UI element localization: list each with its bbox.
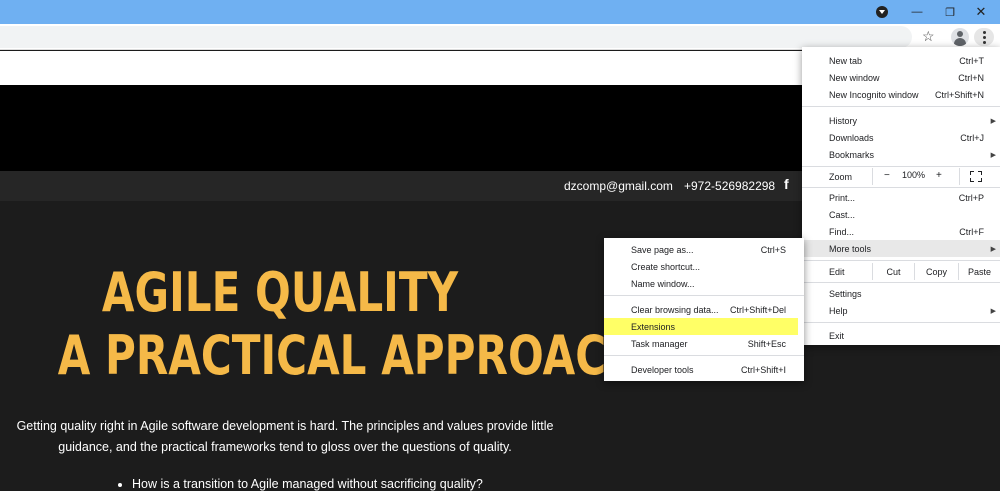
menu-item-new-tab[interactable]: New tab Ctrl+T	[802, 52, 1000, 69]
more-tools-submenu: Save page as... Ctrl+S Create shortcut..…	[604, 238, 804, 381]
hero-title-line1: AGILE QUALITY	[101, 261, 459, 324]
contact-phone-link[interactable]: +972-526982298	[684, 179, 775, 193]
hero-bullet-item: How is a transition to Agile managed wit…	[132, 477, 483, 491]
submenu-item-clear-browsing-data[interactable]: Clear browsing data... Ctrl+Shift+Del	[604, 301, 804, 318]
menu-item-label: New tab	[829, 55, 863, 66]
menu-divider	[802, 166, 1000, 167]
submenu-item-save-page[interactable]: Save page as... Ctrl+S	[604, 241, 804, 258]
menu-item-label: Clear browsing data...	[631, 304, 719, 315]
menu-divider	[604, 295, 804, 296]
cut-button[interactable]: Cut	[872, 263, 914, 280]
menu-divider	[802, 282, 1000, 283]
chevron-right-icon: ▶	[990, 151, 996, 159]
menu-item-history[interactable]: History ▶	[802, 112, 1000, 129]
menu-item-bookmarks[interactable]: Bookmarks ▶	[802, 146, 1000, 163]
hero-title-line2: A PRACTICAL APPROACH	[57, 324, 642, 387]
address-bar[interactable]	[0, 26, 912, 48]
menu-item-new-incognito-window[interactable]: New Incognito window Ctrl+Shift+N	[802, 86, 1000, 103]
menu-item-label: Bookmarks	[829, 149, 875, 160]
chrome-profile-dropdown-icon[interactable]	[876, 6, 888, 18]
menu-item-shortcut: Ctrl+Shift+Del	[729, 304, 786, 315]
chevron-right-icon: ▶	[990, 117, 996, 125]
menu-item-label: Save page as...	[631, 244, 694, 255]
window-title-bar: — ❐ ✕	[0, 0, 1000, 24]
menu-divider	[802, 187, 1000, 188]
bullet-point	[118, 483, 122, 487]
menu-item-downloads[interactable]: Downloads Ctrl+J	[802, 129, 1000, 146]
menu-item-label: Find...	[829, 226, 855, 237]
bookmark-star-icon[interactable]: ☆	[922, 28, 935, 45]
menu-item-label: Settings	[829, 288, 862, 299]
menu-item-shortcut: Ctrl+F	[959, 226, 984, 237]
menu-item-shortcut: Shift+Esc	[747, 338, 786, 349]
menu-item-label: Task manager	[631, 338, 688, 349]
menu-item-edit: Edit Cut Copy Paste	[802, 263, 1000, 280]
minimize-icon[interactable]: —	[902, 0, 932, 24]
menu-item-zoom: Zoom − 100% +	[802, 168, 1000, 185]
chevron-right-icon: ▶	[990, 245, 996, 253]
menu-item-label: Zoom	[829, 171, 853, 182]
close-icon[interactable]: ✕	[966, 0, 996, 24]
paste-button[interactable]: Paste	[958, 263, 1000, 280]
copy-button[interactable]: Copy	[914, 263, 958, 280]
menu-item-label: Extensions	[631, 321, 676, 332]
menu-item-label: New Incognito window	[829, 89, 919, 100]
zoom-level: 100%	[902, 170, 926, 180]
chrome-main-menu: New tab Ctrl+T New window Ctrl+N New Inc…	[802, 47, 1000, 345]
menu-divider	[802, 106, 1000, 107]
menu-item-label: Downloads	[829, 132, 874, 143]
hero-intro-text: Getting quality right in Agile software …	[16, 419, 554, 454]
menu-item-shortcut: Ctrl+T	[959, 55, 984, 66]
chevron-right-icon: ▶	[990, 307, 996, 315]
submenu-item-name-window[interactable]: Name window...	[604, 275, 804, 292]
menu-item-cast[interactable]: Cast...	[802, 206, 1000, 223]
menu-divider	[802, 260, 1000, 261]
menu-item-label: Edit	[829, 266, 845, 277]
profile-avatar-icon[interactable]	[951, 28, 969, 46]
menu-item-find[interactable]: Find... Ctrl+F	[802, 223, 1000, 240]
menu-item-shortcut: Ctrl+S	[760, 244, 786, 255]
menu-item-label: Cast...	[829, 209, 856, 220]
menu-item-more-tools[interactable]: More tools ▶	[802, 240, 1000, 257]
zoom-in-button[interactable]: +	[936, 170, 942, 181]
menu-divider	[802, 322, 1000, 323]
chrome-menu-icon[interactable]	[974, 28, 994, 46]
menu-item-label: Create shortcut...	[631, 261, 701, 272]
submenu-item-developer-tools[interactable]: Developer tools Ctrl+Shift+I	[604, 361, 804, 378]
menu-item-shortcut: Ctrl+N	[958, 72, 984, 83]
facebook-icon[interactable]: f	[784, 176, 789, 192]
menu-item-label: Name window...	[631, 278, 695, 289]
fullscreen-icon[interactable]	[970, 171, 982, 182]
menu-item-new-window[interactable]: New window Ctrl+N	[802, 69, 1000, 86]
menu-item-label: More tools	[829, 243, 872, 254]
menu-item-label: Developer tools	[631, 364, 694, 375]
restore-icon[interactable]: ❐	[935, 0, 965, 24]
menu-item-shortcut: Ctrl+J	[960, 132, 984, 143]
menu-item-label: Exit	[829, 330, 845, 341]
menu-item-shortcut: Ctrl+Shift+N	[934, 89, 984, 100]
menu-item-print[interactable]: Print... Ctrl+P	[802, 189, 1000, 206]
menu-item-settings[interactable]: Settings	[802, 285, 1000, 302]
menu-item-label: Print...	[829, 192, 856, 203]
menu-item-label: Help	[829, 305, 848, 316]
menu-item-exit[interactable]: Exit	[802, 327, 1000, 344]
menu-divider	[604, 355, 804, 356]
menu-item-help[interactable]: Help ▶	[802, 302, 1000, 319]
submenu-item-create-shortcut[interactable]: Create shortcut...	[604, 258, 804, 275]
zoom-out-button[interactable]: −	[884, 170, 890, 181]
submenu-item-task-manager[interactable]: Task manager Shift+Esc	[604, 335, 804, 352]
menu-item-label: New window	[829, 72, 880, 83]
menu-item-label: History	[829, 115, 858, 126]
menu-item-shortcut: Ctrl+Shift+I	[740, 364, 786, 375]
contact-email-link[interactable]: dzcomp@gmail.com	[564, 179, 673, 193]
submenu-item-extensions[interactable]: Extensions	[604, 318, 798, 335]
menu-item-shortcut: Ctrl+P	[958, 192, 984, 203]
